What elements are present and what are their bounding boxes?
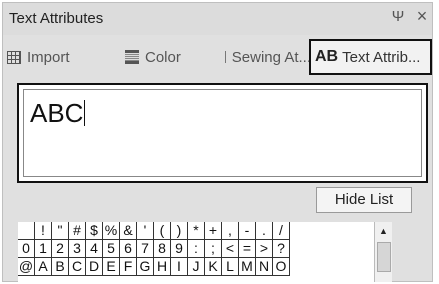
char-cell[interactable]: J [187,257,205,276]
char-cell[interactable]: - [238,222,256,240]
char-cell[interactable]: H [153,257,171,276]
char-cell[interactable]: + [204,222,222,240]
pin-icon[interactable]: Ψ [389,8,407,28]
char-cell[interactable]: C [68,257,86,276]
char-cell[interactable]: ' [136,222,154,240]
ab-text-icon: AB [315,48,339,65]
panel-titlebar: Text Attributes Ψ × [3,3,432,35]
char-cell[interactable]: > [255,239,273,258]
thread-spool-icon [125,50,139,64]
char-cell[interactable]: ? [272,239,290,258]
tab-color[interactable]: Color [119,41,219,73]
char-cell[interactable]: ! [34,222,52,240]
char-cell[interactable]: 9 [170,239,188,258]
scroll-up-arrow-icon[interactable]: ▲ [375,222,392,240]
tab-color-label: Color [145,48,181,66]
import-grid-icon [7,50,21,64]
text-input-inner: ABC [23,89,422,177]
character-list-scrollbar[interactable]: ▲ [374,222,392,282]
char-cell[interactable]: * [187,222,205,240]
char-cell[interactable]: , [221,222,239,240]
char-cell[interactable]: $ [85,222,103,240]
char-cell[interactable]: 1 [34,239,52,258]
char-cell[interactable]: ; [204,239,222,258]
char-cell[interactable]: & [119,222,137,240]
char-cell[interactable]: N [255,257,273,276]
char-cell[interactable]: D [85,257,103,276]
text-caret [84,100,86,126]
char-cell[interactable]: A [34,257,52,276]
char-cell[interactable]: " [51,222,69,240]
char-cell[interactable]: O [272,257,290,276]
char-cell[interactable]: K [204,257,222,276]
char-cell[interactable]: G [136,257,154,276]
char-row: 0 1 2 3 4 5 6 7 8 9:; < = >? [18,239,392,258]
char-cell[interactable]: < [221,239,239,258]
character-list: ! " # $% & '() * +, -./0 1 2 3 4 5 6 7 8 9:; < = >? @ A B C D E F G H… [18,222,392,282]
tab-import-label: Import [27,48,70,66]
char-row: @ A B C D E F G H I J K L M N O [18,257,392,276]
char-cell[interactable]: 6 [119,239,137,258]
char-cell[interactable]: / [272,222,290,240]
char-cell[interactable]: 5 [102,239,120,258]
char-cell[interactable]: B [51,257,69,276]
char-cell[interactable]: 7 [136,239,154,258]
char-cell[interactable]: F [119,257,137,276]
char-row: ! " # $% & '() * +, -. / [18,222,392,240]
char-cell[interactable]: M [238,257,256,276]
char-cell[interactable]: 3 [68,239,86,258]
stitch-icon [225,51,226,63]
char-cell[interactable]: @ [18,257,35,276]
text-input-value: ABC [30,98,86,129]
char-cell[interactable]: : [187,239,205,258]
char-cell[interactable]: 4 [85,239,103,258]
char-cell[interactable] [18,222,35,240]
char-cell[interactable]: ) [170,222,188,240]
panel-title: Text Attributes [9,10,104,27]
char-cell[interactable]: = [238,239,256,258]
text-input-box[interactable]: ABC [17,83,428,183]
char-cell[interactable]: I [170,257,188,276]
char-cell[interactable]: # [68,222,86,240]
close-icon[interactable]: × [413,6,431,26]
char-cell[interactable]: L [221,257,239,276]
char-cell[interactable]: 0 [18,239,35,258]
tab-import[interactable]: Import [3,41,117,73]
text-value: ABC [30,98,84,128]
scroll-thumb[interactable] [377,242,391,272]
tab-text-attributes[interactable]: AB Text Attrib... [309,39,432,75]
char-cell[interactable]: E [102,257,120,276]
tab-bar: Import Color Sewing At... AB Text Attrib… [3,39,432,77]
char-cell[interactable]: . [255,222,273,240]
char-cell[interactable]: 2 [51,239,69,258]
tab-sewing-label: Sewing At... [231,48,311,66]
char-cell[interactable]: ( [153,222,171,240]
char-cell[interactable]: 8 [153,239,171,258]
tab-text-label: Text Attrib... [342,48,421,66]
char-cell[interactable]: % [102,222,120,240]
hide-list-button[interactable]: Hide List [316,187,412,213]
tab-sewing-attributes[interactable]: Sewing At... [221,41,311,73]
